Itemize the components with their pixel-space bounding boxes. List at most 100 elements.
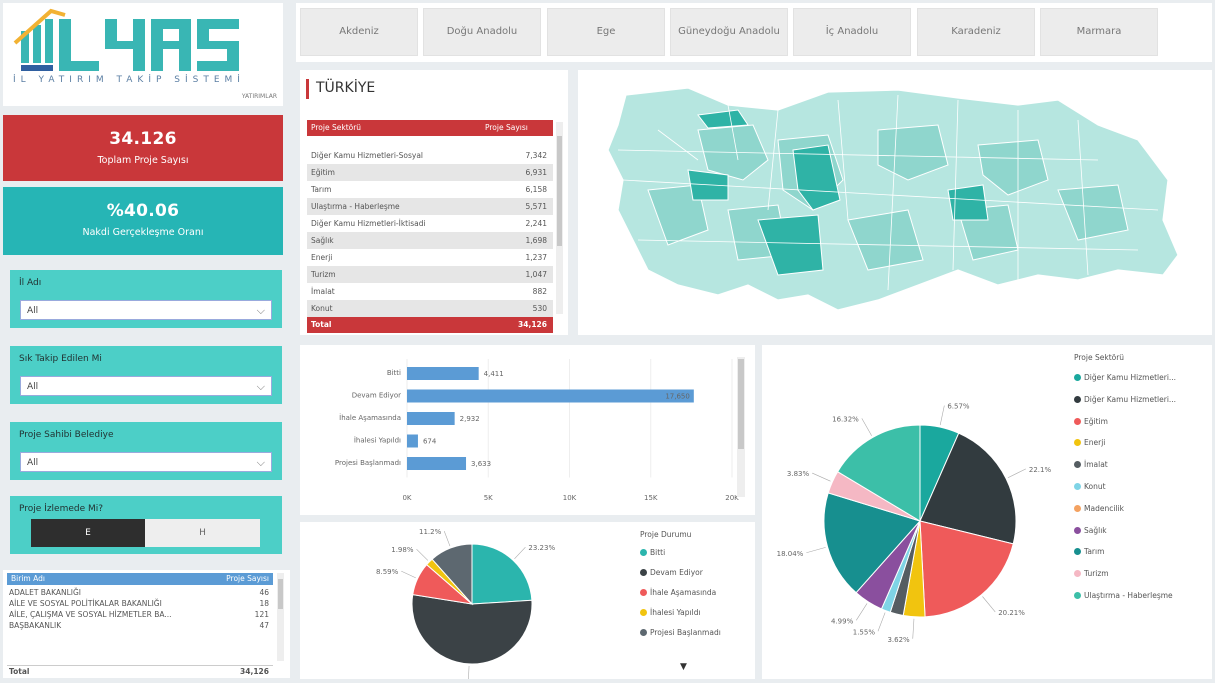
label-leader-line [856,603,867,620]
municipality-slicer-title: Proje Sahibi Belediye [19,430,114,440]
table-row[interactable]: Diğer Kamu Hizmetleri-İktisadi2,241 [307,215,553,232]
ilyas-logo [3,3,283,106]
pie-legend-label: Madencilik [1084,504,1124,513]
region-tab-2[interactable]: Ege [547,8,665,56]
unit-name: BAŞBAKANLIK [9,620,61,631]
region-tab-5[interactable]: Karadeniz [917,8,1035,56]
sector-count: 7,342 [526,147,547,164]
chevron-down-icon: ⌵ [257,304,265,318]
bar[interactable] [407,390,694,403]
bar[interactable] [407,412,455,425]
status-donut-panel: 23.23%51.72%8.59%1.98%11.2% Proje Durumu… [300,522,755,679]
x-tick-label: 5K [484,494,493,502]
municipality-dropdown[interactable]: All⌵ [20,452,272,472]
total-projects-label: Toplam Proje Sayısı [3,155,283,166]
region-tab-4[interactable]: İç Anadolu [793,8,911,56]
donut-legend-item[interactable]: Projesi Başlanmadı [640,628,721,637]
donut-legend-item[interactable]: İhale Aşamasında [640,588,716,597]
cash-realization-card: %40.06 Nakdi Gerçekleşme Oranı [3,187,283,255]
bar[interactable] [407,435,418,448]
slice-data-label: 3.83% [787,470,810,478]
province-dropdown[interactable]: All⌵ [20,300,272,320]
pie-legend-item[interactable]: Diğer Kamu Hizmetleri... [1074,395,1176,404]
table-row[interactable]: AİLE, ÇALIŞMA VE SOSYAL HİZMETLER BA...1… [7,609,273,620]
table-row[interactable]: ADALET BAKANLIĞI46 [7,587,273,598]
pie-legend-item[interactable]: Eğitim [1074,417,1108,426]
unit-table-total: Total34,126 [7,665,273,676]
legend-dot-icon [1074,374,1081,381]
toggle-e-button[interactable]: E [31,519,145,547]
chevron-down-icon: ⌵ [257,380,265,394]
sector-header-name[interactable]: Proje Sektörü [311,123,361,132]
table-row[interactable]: Konut530 [307,300,553,317]
legend-dot-icon [1074,418,1081,425]
sector-table-scrollbar[interactable] [556,122,563,314]
sector-header-count[interactable]: Proje Sayısı [485,123,528,132]
pie-slice[interactable] [412,595,532,664]
sector-total-value: 34,126 [518,317,547,333]
pie-legend-item[interactable]: İmalat [1074,460,1108,469]
bar-data-label: 2,932 [460,415,480,423]
unit-header-count[interactable]: Proje Sayısı [226,573,269,585]
bar-chart-scrollbar[interactable] [737,357,745,497]
pie-slice[interactable] [472,544,532,604]
bar[interactable] [407,457,466,470]
pie-legend-item[interactable]: Madencilik [1074,504,1124,513]
slice-data-label: 6.57% [947,403,970,411]
slice-data-label: 11.2% [419,528,442,536]
pie-legend-item[interactable]: Tarım [1074,547,1104,556]
sector-table-total: Total34,126 [307,317,553,333]
bar-data-label: 17,650 [665,393,690,401]
table-row[interactable]: Eğitim6,931 [307,164,553,181]
table-row[interactable]: Tarım6,158 [307,181,553,198]
unit-table-header: Birim Adı Proje Sayısı [7,573,273,585]
label-leader-line [444,531,450,546]
pie-legend-label: Turizm [1084,569,1109,578]
pie-legend-label: Konut [1084,482,1106,491]
turkey-map[interactable] [578,70,1212,335]
bar[interactable] [407,367,479,380]
frequently-tracked-dropdown[interactable]: All⌵ [20,376,272,396]
pie-legend-label: İmalat [1084,460,1108,469]
unit-total-value: 34,126 [240,666,269,677]
table-row[interactable]: Diğer Kamu Hizmetleri-Sosyal7,342 [307,147,553,164]
donut-legend-item[interactable]: Bitti [640,548,665,557]
donut-legend-item[interactable]: Devam Ediyor [640,568,703,577]
unit-count: 121 [255,609,269,620]
unit-count: 46 [259,587,269,598]
legend-more-arrow-icon[interactable]: ▼ [680,662,687,672]
pie-legend-item[interactable]: Sağlık [1074,526,1107,535]
table-row[interactable]: Sağlık1,698 [307,232,553,249]
pie-legend-item[interactable]: Diğer Kamu Hizmetleri... [1074,373,1176,382]
label-leader-line [806,547,825,552]
label-leader-line [416,549,427,560]
region-tab-3[interactable]: Güneydoğu Anadolu [670,8,788,56]
region-tab-0[interactable]: Akdeniz [300,8,418,56]
pie-legend-label: Tarım [1084,547,1104,556]
sector-table-header: Proje Sektörü Proje Sayısı [307,120,553,136]
pie-legend-item[interactable]: Turizm [1074,569,1109,578]
sector-count: 882 [533,283,547,300]
region-tab-1[interactable]: Doğu Anadolu [423,8,541,56]
table-row[interactable]: BAŞBAKANLIK47 [7,620,273,631]
pie-legend-item[interactable]: Konut [1074,482,1106,491]
legend-dot-icon [1074,505,1081,512]
pie-legend-item[interactable]: Ulaştırma - Haberleşme [1074,591,1173,600]
pie-legend-item[interactable]: Enerji [1074,438,1105,447]
unit-header-name[interactable]: Birim Adı [11,573,45,585]
table-row[interactable]: İmalat882 [307,283,553,300]
table-row[interactable]: Enerji1,237 [307,249,553,266]
municipality-slicer: Proje Sahibi Belediye All⌵ [10,422,282,480]
table-row[interactable]: AİLE VE SOSYAL POLİTİKALAR BAKANLIĞI18 [7,598,273,609]
label-leader-line [913,619,914,639]
legend-dot-icon [640,569,647,576]
table-row[interactable]: Turizm1,047 [307,266,553,283]
legend-dot-icon [640,589,647,596]
region-tab-6[interactable]: Marmara [1040,8,1158,56]
toggle-h-button[interactable]: H [145,519,260,547]
x-tick-label: 0K [402,494,411,502]
bar-data-label: 4,411 [484,370,504,378]
unit-table-scrollbar[interactable] [277,573,284,661]
table-row[interactable]: Ulaştırma - Haberleşme5,571 [307,198,553,215]
donut-legend-item[interactable]: İhalesi Yapıldı [640,608,701,617]
